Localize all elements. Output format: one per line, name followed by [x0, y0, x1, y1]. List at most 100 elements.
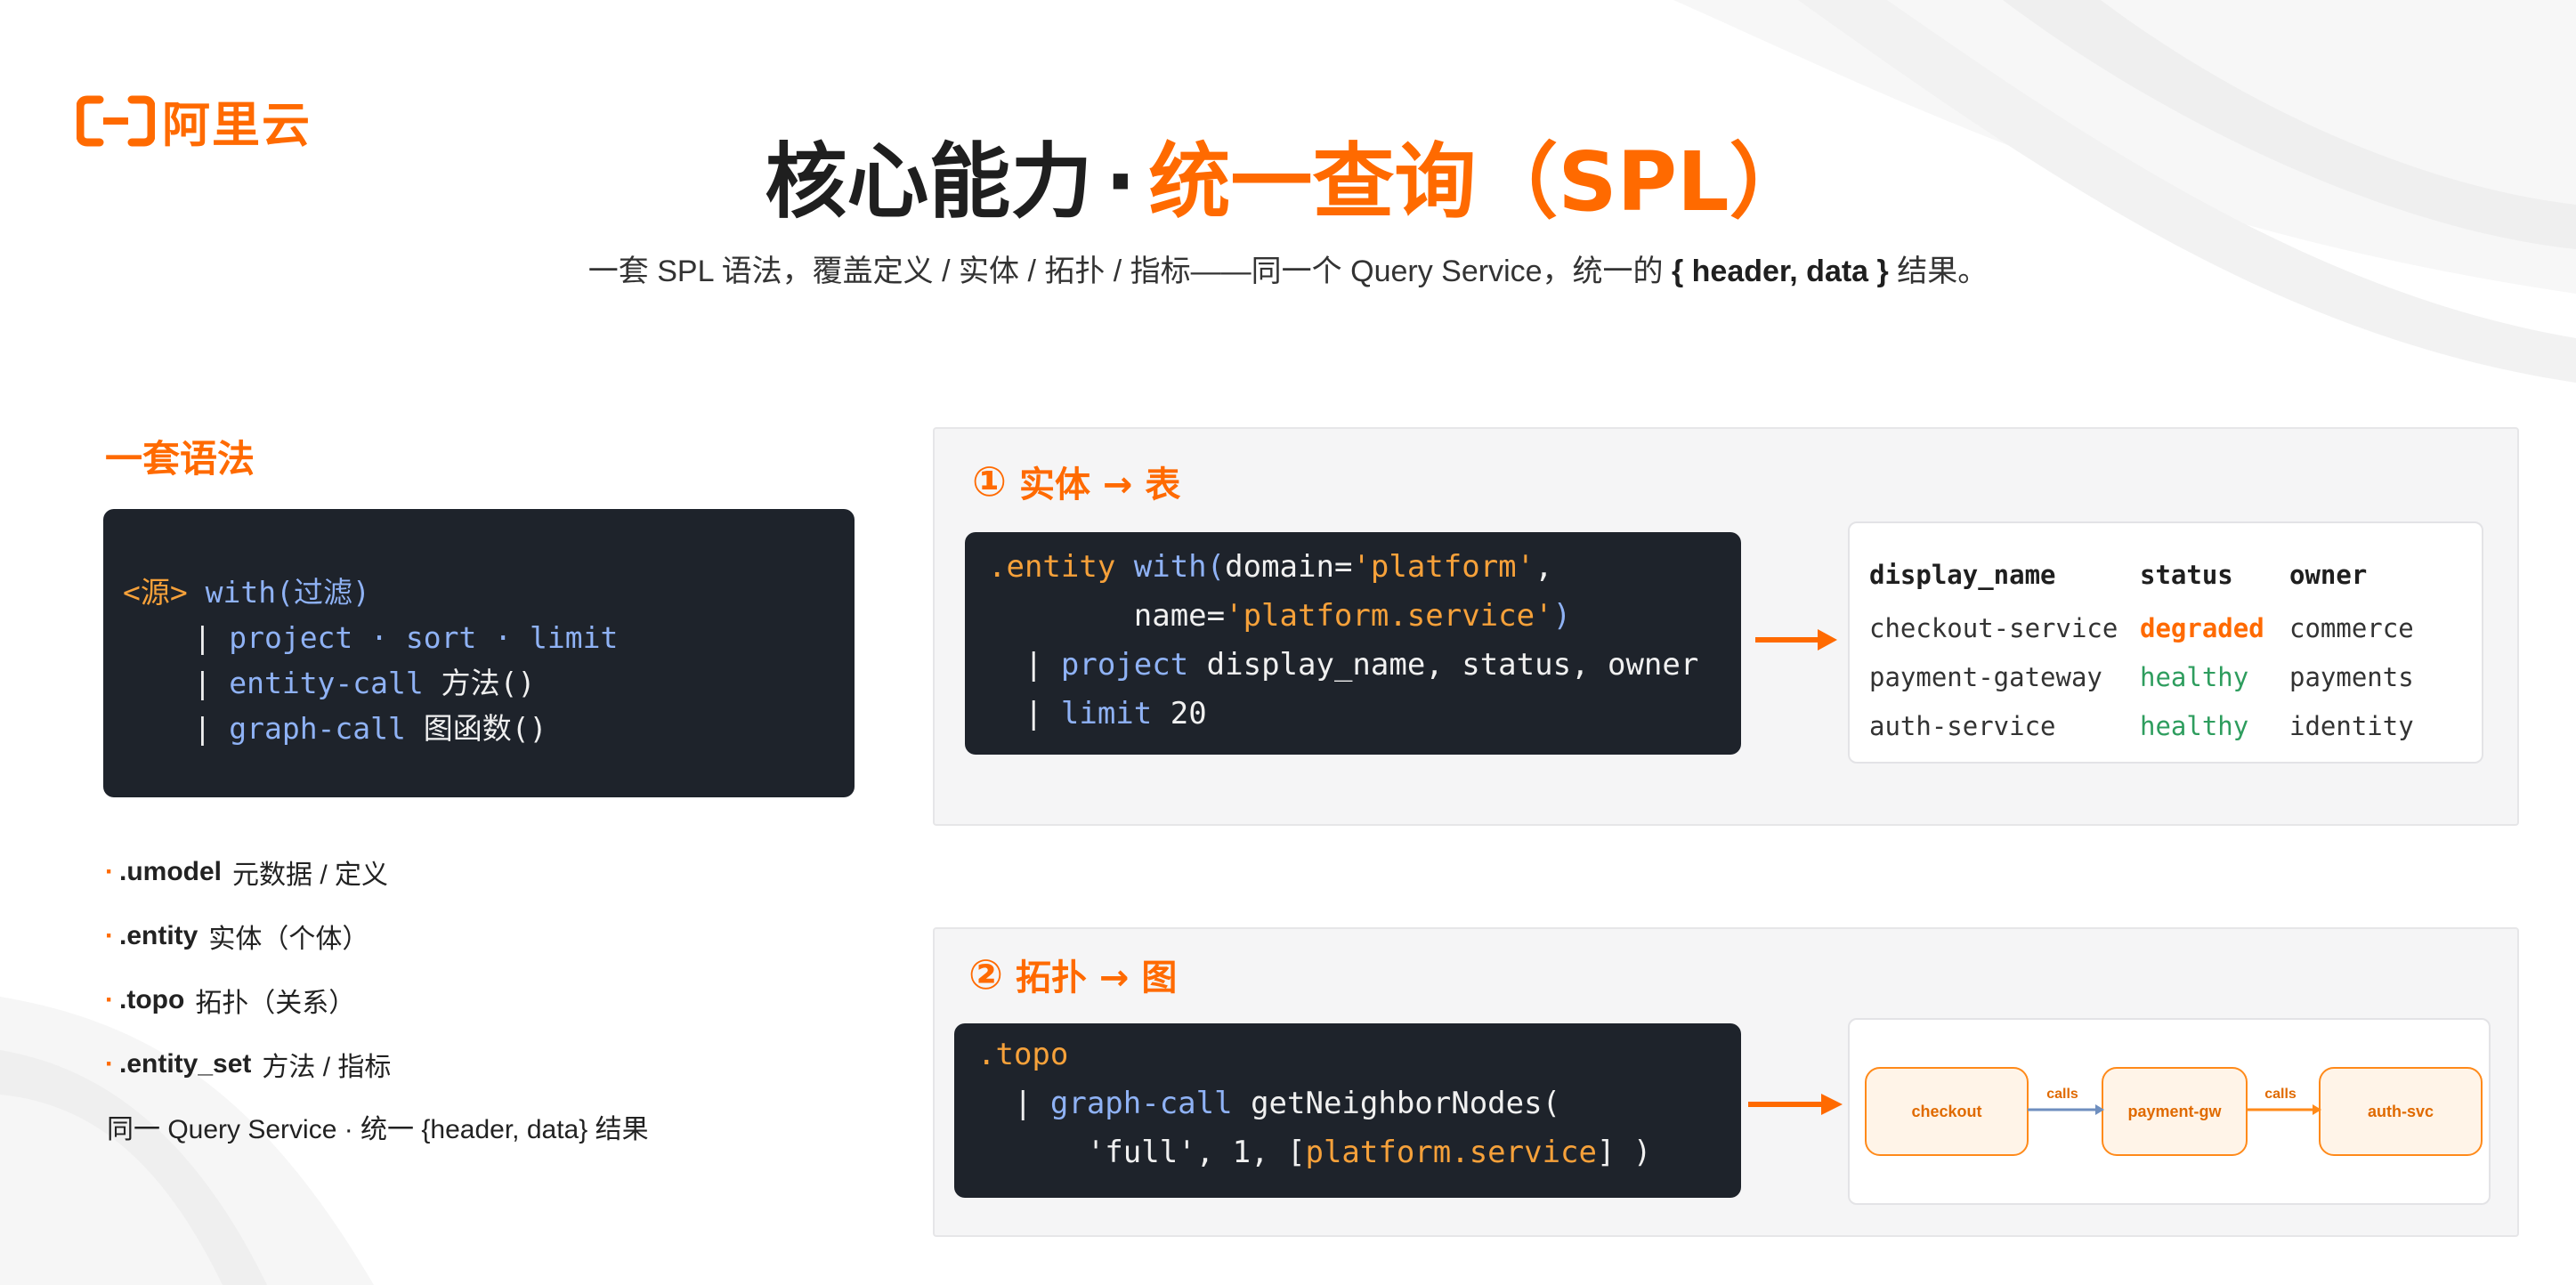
subtitle-bold: { header, data } [1671, 255, 1889, 288]
code-token: project · sort · limit [229, 620, 619, 655]
table-cell: checkout-service [1869, 612, 2118, 643]
graph-edge-label: calls [2046, 1087, 2078, 1102]
query-service-note: 同一 Query Service · 统一 {header, data} 结果 [107, 1115, 649, 1144]
table-row: payment-gateway healthy payments [1869, 652, 2414, 701]
bullet-key: .topo [119, 985, 185, 1014]
code-token: 'full', 1, [ [977, 1135, 1306, 1170]
code-token: ) [1552, 598, 1572, 634]
bullet-desc: 拓扑（关系） [195, 989, 356, 1018]
table-cell: payment-gateway [1869, 661, 2102, 692]
code-token: ] ) [1596, 1135, 1652, 1170]
list-item: · .topo 拓扑（关系） [105, 968, 391, 1032]
code-line: | graph-call getNeighborNodes( [977, 1079, 1741, 1128]
column-header: status [2140, 560, 2233, 590]
code-token: .entity [988, 549, 1134, 585]
code-token: entity-call [229, 666, 424, 700]
subtitle-prefix: 一套 SPL 语法，覆盖定义 / 实体 / 拓扑 / 指标——同一个 Query… [587, 255, 1664, 288]
code-token: | [988, 696, 1061, 731]
code-token: getNeighborNodes( [1232, 1086, 1561, 1121]
code-token: .topo [977, 1037, 1069, 1072]
table-header-row: display_name status owner [1869, 555, 2414, 603]
code-token: 图函数() [405, 711, 547, 746]
entity-code-block: .entity with(domain='platform', name='pl… [965, 532, 1741, 755]
code-token: | [123, 620, 230, 655]
bullet-dot: · [105, 921, 114, 950]
code-token: graph-call [229, 711, 406, 746]
topo-code-block: .topo | graph-call getNeighborNodes( 'fu… [954, 1023, 1741, 1198]
status-cell: degraded [2140, 612, 2264, 643]
code-token: domain= [1225, 549, 1353, 585]
graph-edge-label: calls [2264, 1087, 2297, 1102]
code-token: display_name, status, owner [1188, 647, 1699, 683]
column-header: display_name [1869, 560, 2056, 590]
code-line: | limit 20 [988, 690, 1741, 739]
syntax-code-block: <源> with(过滤) | project · sort · limit | … [103, 509, 855, 797]
code-token: 'platform' [1352, 549, 1535, 585]
title-main: 核心能力 [765, 134, 1093, 230]
entity-table-panel: ① 实体 → 表 .entity with(domain='platform',… [933, 427, 2519, 826]
step-number: ② [968, 950, 1003, 998]
code-token: graph-call [1049, 1086, 1233, 1121]
bullet-dot: · [105, 857, 114, 886]
syntax-heading: 一套语法 [105, 437, 255, 481]
bullet-dot: · [105, 1049, 114, 1079]
panel-heading-text: 实体 → 表 [1018, 465, 1181, 505]
table-cell: identity [2289, 710, 2414, 741]
arrow-right-icon [1748, 1094, 1843, 1115]
code-line: | graph-call 图函数() [123, 706, 855, 751]
status-cell: healthy [2140, 710, 2249, 741]
status-cell: healthy [2140, 661, 2249, 692]
bullet-desc: 元数据 / 定义 [232, 861, 389, 890]
table-cell: commerce [2289, 612, 2414, 643]
code-token: <源> [123, 575, 188, 610]
topology-graph: checkout payment-gw auth-svc calls calls [1865, 1067, 2483, 1156]
step-number: ① [972, 457, 1007, 505]
code-token: | [977, 1086, 1050, 1121]
panel-heading: ① 实体 → 表 [972, 456, 1180, 507]
code-token: , [1535, 549, 1553, 585]
list-item: · .entity_set 方法 / 指标 [105, 1032, 391, 1096]
code-token: | [123, 711, 230, 746]
table-cell: auth-service [1869, 710, 2056, 741]
code-line: name='platform.service') [988, 592, 1741, 641]
table-cell: payments [2289, 661, 2414, 692]
result-table: display_name status owner checkout-servi… [1869, 555, 2414, 750]
title-dot: · [1105, 134, 1137, 230]
code-token: project [1060, 647, 1189, 683]
bullet-key: .entity [119, 921, 198, 950]
column-header: owner [2289, 560, 2368, 590]
list-item: · .entity 实体（个体） [105, 904, 391, 968]
code-token: limit [1060, 696, 1153, 731]
entity-result-table: display_name status owner checkout-servi… [1848, 521, 2483, 764]
graph-node-label: checkout [1911, 1103, 1981, 1120]
table-row: auth-service healthy identity [1869, 701, 2414, 750]
code-line: .topo [977, 1030, 1741, 1079]
namespace-list: · .umodel 元数据 / 定义 · .entity 实体（个体） · .topo 拓扑… [105, 840, 391, 1096]
code-token: | [988, 647, 1061, 683]
topology-graph-card: checkout payment-gw auth-svc calls calls [1848, 1018, 2491, 1205]
code-token: 20 [1152, 696, 1207, 731]
code-token: with( [1133, 549, 1226, 585]
bullet-desc: 方法 / 指标 [262, 1053, 392, 1082]
arrow-right-icon [1755, 629, 1837, 651]
panel-heading: ② 拓扑 → 图 [968, 949, 1177, 1000]
code-token: with(过滤) [205, 575, 370, 610]
topo-graph-panel: ② 拓扑 → 图 .topo | graph-call getNeighborN… [933, 927, 2519, 1237]
code-line: | project display_name, status, owner [988, 641, 1741, 690]
code-line: .entity with(domain='platform', [988, 543, 1741, 592]
title-accent: 统一查询（SPL） [1148, 134, 1811, 230]
code-line: | project · sort · limit [123, 615, 855, 660]
table-row: checkout-service degraded commerce [1869, 603, 2414, 652]
bullet-dot: · [105, 985, 114, 1014]
bullet-key: .umodel [119, 857, 223, 886]
page-subtitle: 一套 SPL 语法，覆盖定义 / 实体 / 拓扑 / 指标——同一个 Query… [0, 249, 2576, 294]
code-token: 'platform.service' [1225, 598, 1553, 634]
panel-heading-text: 拓扑 → 图 [1015, 958, 1178, 998]
page-title: 核心能力 · 统一查询（SPL） [0, 133, 2576, 231]
graph-node-label: auth-svc [2368, 1103, 2434, 1120]
graph-node-label: payment-gw [2127, 1103, 2222, 1120]
list-item: · .umodel 元数据 / 定义 [105, 840, 391, 904]
code-line: | entity-call 方法() [123, 660, 855, 706]
code-token: | [123, 666, 230, 700]
code-line: 'full', 1, [platform.service] ) [977, 1128, 1741, 1177]
